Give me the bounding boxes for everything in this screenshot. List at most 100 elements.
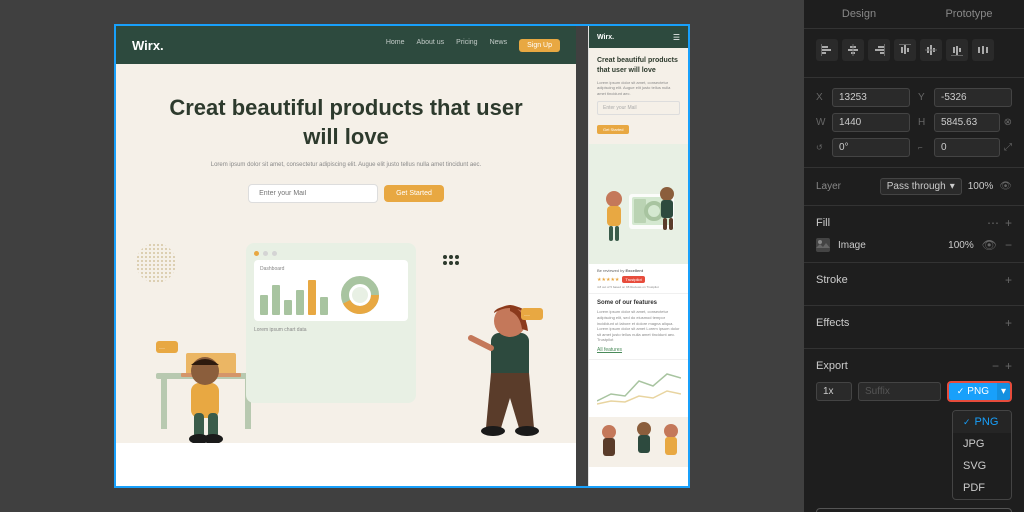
export-title: Export [816, 360, 848, 372]
w-label: W [816, 117, 828, 128]
stroke-section: Stroke + [804, 263, 1024, 306]
fill-remove-icon[interactable]: − [1005, 238, 1012, 252]
xy-row: X 13253 Y -5326 [816, 88, 1012, 107]
position-section: X 13253 Y -5326 W 1440 H 5845.63 ⊗ ↺ 0° [804, 78, 1024, 168]
align-left-btn[interactable] [816, 39, 838, 61]
mobile-hero: Creat beautiful products that user will … [589, 48, 688, 144]
fill-header: Fill ⋯ + [816, 216, 1012, 230]
mobile-logo: Wirx. [597, 34, 614, 41]
desktop-mockup: Wirx. Home About us Pricing News Sign Up… [116, 26, 576, 486]
visibility-icon[interactable]: 👁 [999, 181, 1012, 192]
nav-link-home: Home [386, 39, 405, 52]
fill-visibility-icon[interactable]: 👁 [982, 238, 997, 252]
h-value[interactable]: 5845.63 [934, 113, 1000, 132]
mobile-features-section: Some of our features Lorem ipsum dolor s… [589, 294, 688, 360]
align-middle-btn[interactable] [920, 39, 942, 61]
fill-opacity-value[interactable]: 100% [948, 240, 974, 251]
nav-link-about: About us [417, 39, 445, 52]
fill-section: Fill ⋯ + Image 100% 👁 − [804, 206, 1024, 263]
effects-title: Effects [816, 317, 849, 329]
x-value[interactable]: 13253 [832, 88, 910, 107]
mockup-logo: Wirx. [132, 38, 164, 53]
mockup-illustration: ··· Dashboard [116, 223, 576, 443]
rotation-value[interactable]: 0° [832, 138, 910, 157]
dropdown-item-png[interactable]: ✓ PNG [953, 411, 1011, 433]
hero-subtext: Lorem ipsum dolor sit amet, consectetur … [156, 161, 536, 170]
opacity-value[interactable]: 100% [968, 181, 994, 192]
mockup-hero: Creat beautiful products that user will … [116, 64, 576, 223]
mobile-rating-count: 4.8 out of 5 based on 98 Reviews on Trus… [597, 285, 680, 289]
dropdown-item-pdf[interactable]: PDF [953, 477, 1011, 499]
mockup-input-row: Get Started [156, 184, 536, 203]
export-scale-input[interactable]: 1x [816, 382, 852, 401]
mobile-features-heading: Some of our features [597, 300, 680, 306]
png-label: PNG [967, 386, 989, 397]
export-add-icon[interactable]: + [1005, 359, 1012, 373]
all-features-link[interactable]: All features [597, 347, 680, 353]
hero-email-input[interactable] [248, 184, 378, 203]
fill-add-icon[interactable]: + [1005, 216, 1012, 230]
nav-link-news: News [490, 39, 508, 52]
align-top-btn[interactable] [894, 39, 916, 61]
format-dropdown-menu: ✓ PNG JPG SVG PDF [952, 410, 1012, 500]
mobile-hamburger-icon: ☰ [673, 33, 680, 42]
panel-tabs: Design Prototype [804, 0, 1024, 29]
layer-section: Layer Pass through ▾ 100% 👁 [804, 168, 1024, 206]
pass-through-label: Pass through [887, 181, 946, 192]
y-value[interactable]: -5326 [934, 88, 1012, 107]
export-minus-icon[interactable]: − [992, 359, 999, 373]
export-web-button[interactable]: Export Web... [816, 508, 1012, 512]
dots-decoration [441, 253, 461, 273]
export-suffix-input[interactable]: Suffix [858, 382, 941, 401]
fill-actions: ⋯ + [987, 216, 1012, 230]
radius-icon: ⌐ [918, 143, 930, 152]
right-panel: Design Prototype [804, 0, 1024, 512]
radius-value[interactable]: 0 [934, 138, 1000, 157]
mobile-hero-subtext: Lorem ipsum dolor sit amet, consectetur … [597, 80, 680, 97]
tab-design[interactable]: Design [804, 0, 914, 28]
format-chevron-btn[interactable]: ▾ [997, 383, 1010, 400]
expand-icon[interactable]: ⤢ [1004, 142, 1012, 153]
layer-title: Layer [816, 181, 841, 192]
rotation-field: ↺ 0° [816, 138, 910, 157]
tab-prototype[interactable]: Prototype [914, 0, 1024, 28]
svg-text:···: ··· [159, 346, 165, 352]
stroke-header: Stroke + [816, 273, 1012, 287]
dropdown-item-svg[interactable]: SVG [953, 455, 1011, 477]
constrain-proportions-icon[interactable]: ⊗ [1004, 117, 1012, 128]
fill-grid-icon[interactable]: ⋯ [987, 216, 999, 230]
mobile-chart [589, 360, 688, 417]
mobile-features-text: Lorem ipsum dolor sit amet, consectetur … [597, 309, 680, 343]
w-value[interactable]: 1440 [832, 113, 910, 132]
canvas-area: Wirx. Home About us Pricing News Sign Up… [0, 0, 804, 512]
export-options-row: 1x Suffix ✓ PNG ▾ [816, 381, 1012, 402]
mobile-rating-section: Be reviewed by Excellent ★★★★★ Trustpilo… [589, 264, 688, 294]
align-right-btn[interactable] [868, 39, 890, 61]
mobile-bottom-illustration [589, 417, 688, 467]
effects-add-icon[interactable]: + [1005, 316, 1012, 330]
radius-field: ⌐ 0 ⤢ [918, 138, 1012, 157]
align-bottom-btn[interactable] [946, 39, 968, 61]
checkmark-icon: ✓ [957, 386, 965, 397]
dropdown-item-jpg[interactable]: JPG [953, 433, 1011, 455]
h-field: H 5845.63 ⊗ [918, 113, 1012, 132]
align-center-h-btn[interactable] [842, 39, 864, 61]
export-actions: − + [992, 359, 1012, 373]
fill-image-icon [816, 238, 830, 252]
png-format-btn[interactable]: ✓ PNG [949, 383, 997, 400]
mobile-cta-btn: Get Started [597, 125, 629, 134]
h-label: H [918, 117, 930, 128]
x-label: X [816, 92, 828, 103]
distribute-btn[interactable] [972, 39, 994, 61]
layer-row: Layer Pass through ▾ 100% 👁 [816, 178, 1012, 195]
layer-blend: Pass through ▾ 100% 👁 [880, 178, 1012, 195]
blend-mode-select[interactable]: Pass through ▾ [880, 178, 962, 195]
mobile-nav: Wirx. ☰ [589, 26, 688, 48]
blend-chevron-icon: ▾ [950, 181, 955, 192]
y-label: Y [918, 92, 930, 103]
stroke-add-icon[interactable]: + [1005, 273, 1012, 287]
person-standing-svg: ··· [466, 243, 556, 443]
svg-text:···: ··· [524, 313, 530, 319]
x-field: X 13253 [816, 88, 910, 107]
align-section [804, 29, 1024, 78]
